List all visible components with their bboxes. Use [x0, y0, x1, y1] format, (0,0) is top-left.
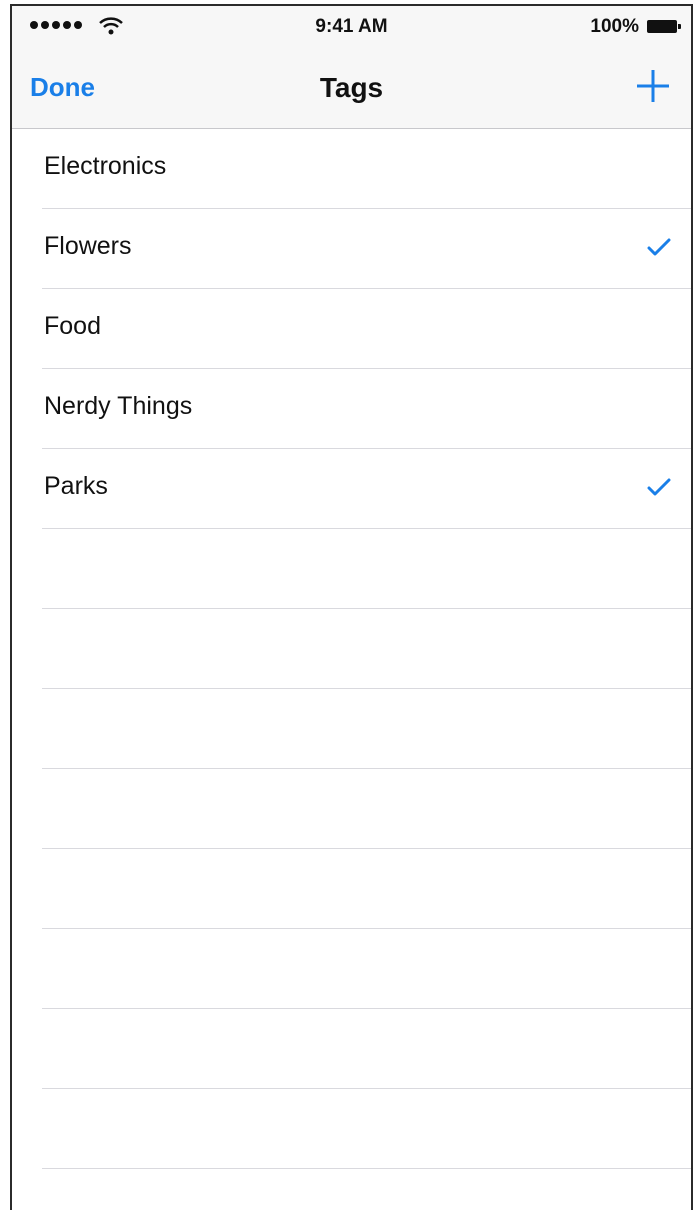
plus-icon[interactable]	[633, 66, 673, 106]
empty-row	[42, 849, 691, 929]
empty-row	[42, 529, 691, 609]
tag-label: Nerdy Things	[44, 392, 193, 420]
empty-row	[42, 929, 691, 1009]
empty-row	[42, 769, 691, 849]
empty-row	[42, 609, 691, 689]
empty-row	[42, 689, 691, 769]
phone-screen: 9:41 AM 100% Done Tags Electronics Flowe…	[10, 4, 693, 1210]
top-chrome: 9:41 AM 100% Done Tags	[12, 6, 691, 129]
status-bar: 9:41 AM 100%	[12, 6, 691, 48]
empty-row	[42, 1009, 691, 1089]
status-time: 9:41 AM	[315, 16, 388, 37]
battery-icon	[647, 20, 681, 33]
navigation-bar: Done Tags	[12, 58, 691, 118]
battery-percent: 100%	[590, 16, 639, 37]
empty-row	[42, 1089, 691, 1169]
tag-row-flowers[interactable]: Flowers	[42, 209, 691, 289]
tag-label: Parks	[44, 472, 108, 500]
tag-row-nerdy-things[interactable]: Nerdy Things	[42, 369, 691, 449]
tag-label: Flowers	[44, 232, 132, 260]
tag-label: Electronics	[44, 152, 167, 180]
page-title: Tags	[319, 72, 384, 103]
tag-row-electronics[interactable]: Electronics	[42, 129, 691, 209]
tags-list: Electronics Flowers Food Nerdy Things Pa…	[12, 129, 691, 1169]
tag-label: Food	[44, 312, 101, 340]
tag-row-food[interactable]: Food	[42, 289, 691, 369]
tag-row-parks[interactable]: Parks	[42, 449, 691, 529]
checkmark-icon	[647, 238, 671, 256]
checkmark-icon	[647, 478, 671, 496]
